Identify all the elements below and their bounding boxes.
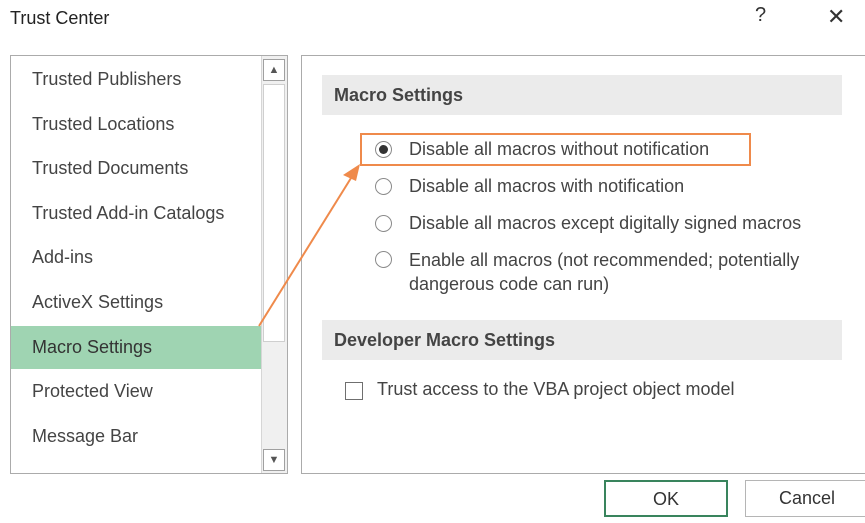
radio-disable-with-notification[interactable] [375,178,392,195]
category-list-scrollbar[interactable]: ▲ ▼ [261,56,287,473]
dialog-title: Trust Center [10,8,110,28]
trust-vba-checkbox[interactable] [345,382,363,400]
radio-disable-except-signed[interactable] [375,215,392,232]
nav-item-add-ins[interactable]: Add-ins [11,236,261,279]
nav-item-trusted-documents[interactable]: Trusted Documents [11,147,261,190]
cancel-button[interactable]: Cancel [745,480,865,517]
ok-button[interactable]: OK [604,480,728,517]
nav-item-macro-settings[interactable]: Macro Settings [11,326,261,369]
developer-macro-settings-header: Developer Macro Settings [322,320,842,360]
scroll-down-button[interactable]: ▼ [263,449,285,471]
scroll-thumb[interactable] [263,84,285,342]
scroll-up-button[interactable]: ▲ [263,59,285,81]
radio-enable-all[interactable] [375,251,392,268]
nav-item-message-bar[interactable]: Message Bar [11,415,261,458]
option-label-disable-except-signed[interactable]: Disable all macros except digitally sign… [409,213,801,234]
option-label-disable-with-notification[interactable]: Disable all macros with notification [409,176,684,197]
nav-item-trusted-locations[interactable]: Trusted Locations [11,103,261,146]
trust-vba-label[interactable]: Trust access to the VBA project object m… [377,379,735,400]
option-label-enable-all[interactable]: Enable all macros (not recommended; pote… [409,248,849,296]
macro-settings-header: Macro Settings [322,75,842,115]
radio-disable-without-notification[interactable] [375,141,392,158]
help-button[interactable]: ? [755,4,766,27]
nav-item-activex-settings[interactable]: ActiveX Settings [11,281,261,324]
nav-item-trusted-publishers[interactable]: Trusted Publishers [11,58,261,101]
title-bar: Trust Center ? ✕ [0,0,865,40]
nav-item-trusted-add-in-catalogs[interactable]: Trusted Add-in Catalogs [11,192,261,235]
category-list: Trusted Publishers Trusted Locations Tru… [10,55,288,474]
close-button[interactable]: ✕ [827,4,845,30]
nav-item-protected-view[interactable]: Protected View [11,370,261,413]
option-label-disable-without-notification[interactable]: Disable all macros without notification [409,139,709,160]
